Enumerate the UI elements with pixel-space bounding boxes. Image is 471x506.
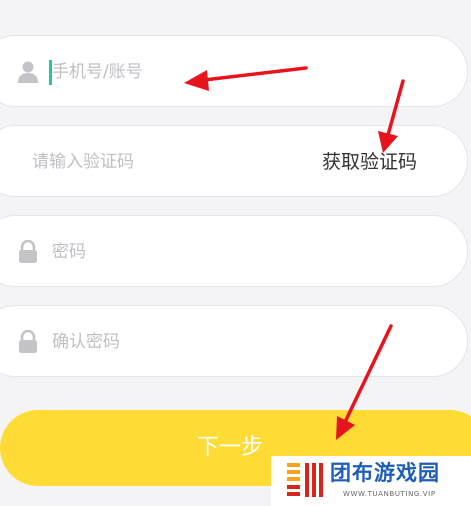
watermark-logo-icon: [287, 463, 323, 497]
get-code-button[interactable]: 获取验证码: [322, 149, 417, 175]
verification-code-placeholder: 请输入验证码: [32, 152, 134, 172]
password-field[interactable]: 密码: [0, 215, 468, 287]
password-placeholder: 密码: [52, 242, 86, 262]
watermark: 团布游戏园 WWW.TUANBUTING.VIP: [271, 456, 471, 506]
lock-icon: [19, 240, 37, 263]
phone-account-placeholder: 手机号/账号: [52, 62, 143, 82]
confirm-password-field[interactable]: 确认密码: [0, 305, 468, 377]
next-step-label: 下一步: [197, 435, 264, 460]
watermark-subtitle: WWW.TUANBUTING.VIP: [343, 490, 436, 498]
lock-icon: [19, 330, 37, 353]
confirm-password-placeholder: 确认密码: [52, 332, 120, 352]
watermark-title: 团布游戏园: [330, 461, 440, 485]
user-icon: [18, 61, 38, 83]
phone-account-field[interactable]: 手机号/账号: [0, 35, 468, 107]
verification-code-field[interactable]: 请输入验证码 获取验证码: [0, 125, 468, 197]
